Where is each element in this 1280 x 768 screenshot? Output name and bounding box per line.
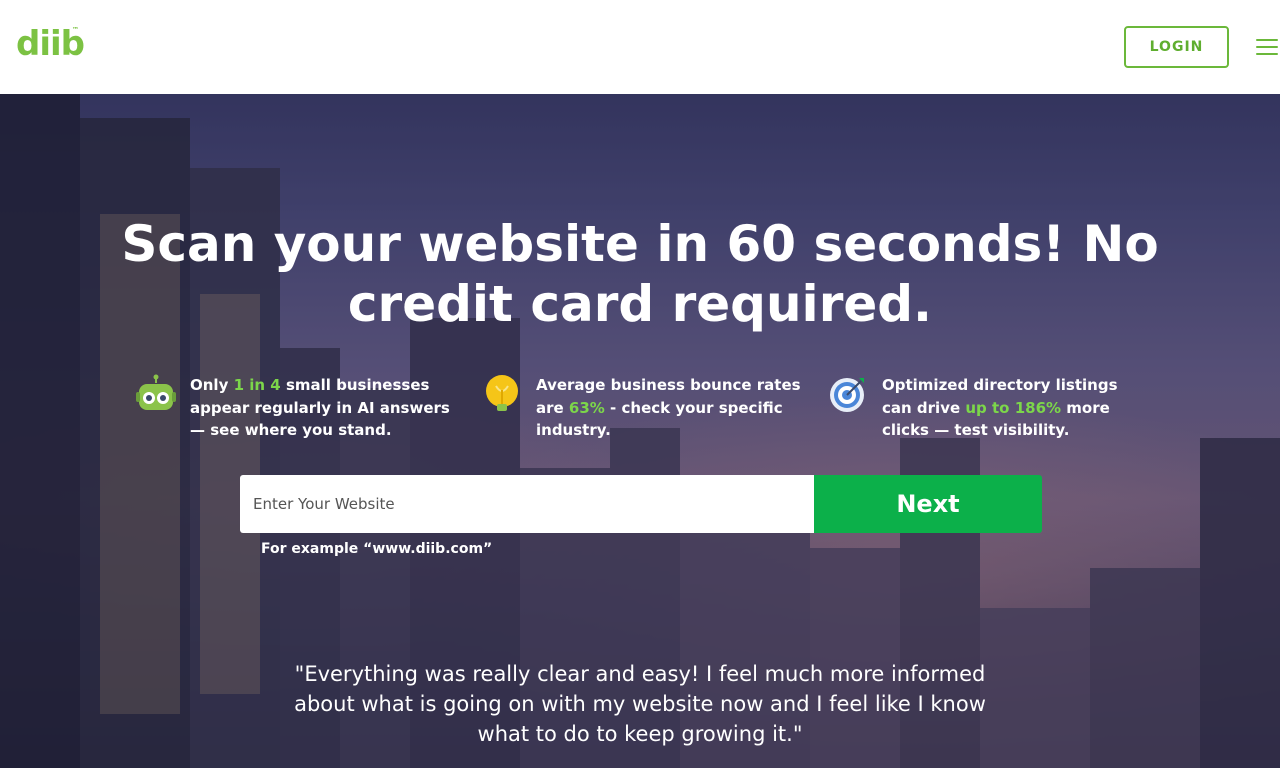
logo-trademark: ™: [72, 26, 79, 34]
login-button[interactable]: LOGIN: [1124, 26, 1229, 68]
hamburger-menu-icon[interactable]: [1256, 38, 1278, 56]
hero-section: Scan your website in 60 seconds! No cred…: [0, 94, 1280, 768]
feature-highlight: up to 186%: [965, 398, 1062, 417]
site-header: diib ™ LOGIN: [0, 0, 1280, 94]
feature-ai-answers: Only 1 in 4 small businesses appear regu…: [136, 374, 450, 444]
feature-text: Optimized directory listings can drive u…: [882, 376, 1118, 439]
feature-text: Only 1 in 4 small businesses appear regu…: [190, 376, 450, 439]
input-example-hint: For example “www.diib.com”: [261, 541, 493, 557]
feature-highlight: 63%: [568, 398, 605, 417]
website-input[interactable]: [240, 475, 814, 533]
feature-text: Average business bounce rates are 63% - …: [536, 376, 801, 439]
feature-directory-listings: Optimized directory listings can drive u…: [828, 374, 1128, 444]
hero-headline: Scan your website in 60 seconds! No cred…: [121, 215, 1159, 333]
feature-highlight: 1 in 4: [233, 376, 281, 394]
feature-bounce-rates: Average business bounce rates are 63% - …: [482, 374, 801, 444]
diib-logo[interactable]: diib ™: [16, 26, 86, 66]
testimonial-quote: "Everything was really clear and easy! I…: [294, 662, 986, 746]
website-scan-form: Next: [240, 475, 1042, 533]
next-button[interactable]: Next: [814, 475, 1042, 533]
target-icon: [830, 378, 864, 412]
robot-icon: [136, 374, 176, 410]
lightbulb-icon: [486, 375, 518, 411]
